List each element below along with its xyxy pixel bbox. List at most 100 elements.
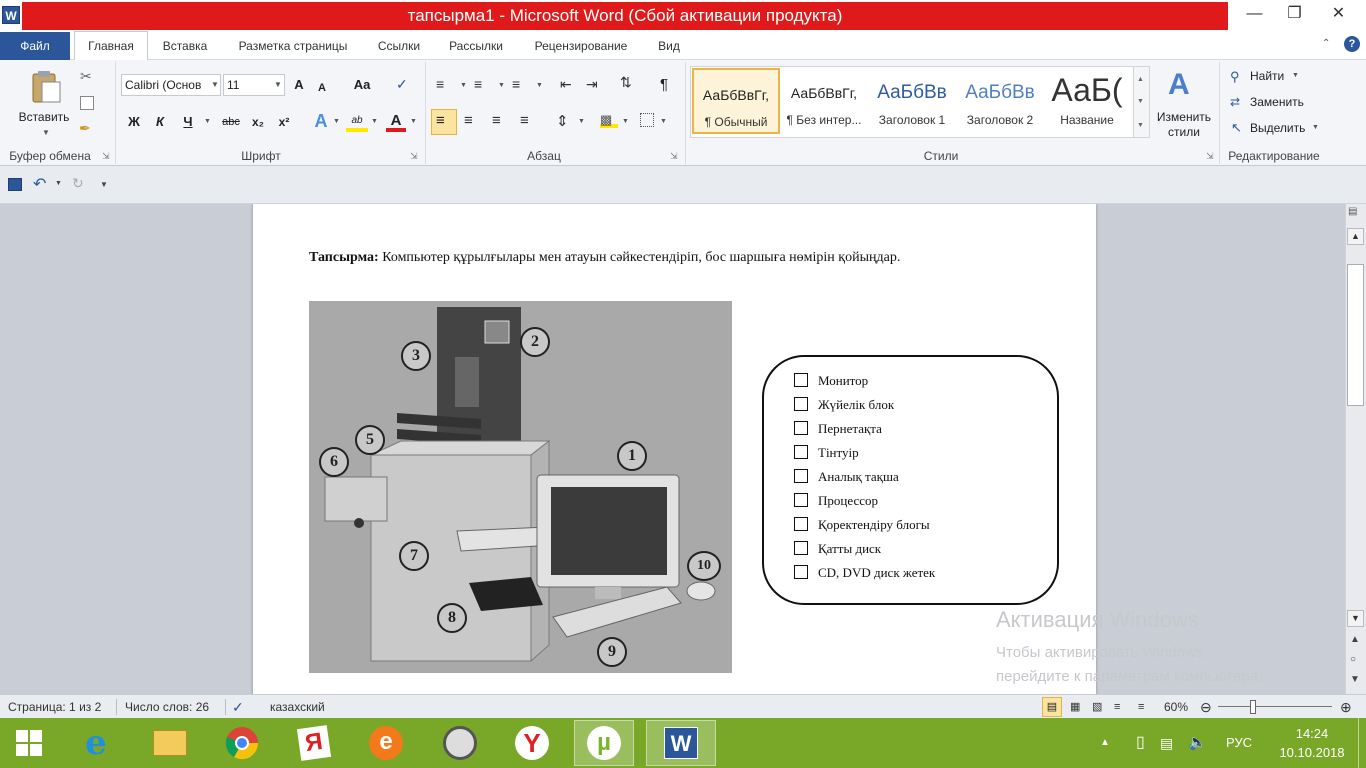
replace-icon[interactable]: ⇄ <box>1230 95 1240 109</box>
clipboard-launcher-icon[interactable]: ⇲ <box>102 151 110 162</box>
superscript-button[interactable]: x² <box>274 111 294 133</box>
paste-button[interactable]: Вставить <box>8 110 80 124</box>
word-taskbar-button[interactable]: W <box>646 720 716 766</box>
change-styles-button[interactable]: Изменить стили <box>1152 110 1216 140</box>
grow-font-button[interactable]: A <box>290 74 308 96</box>
next-page-icon[interactable]: ▼ <box>1350 674 1360 685</box>
chrome-taskbar-button[interactable] <box>212 720 272 766</box>
font-color-button[interactable]: A <box>386 110 406 132</box>
checkbox[interactable] <box>794 373 808 388</box>
paragraph-launcher-icon[interactable]: ⇲ <box>670 151 678 162</box>
checkbox[interactable] <box>794 445 808 460</box>
checklist-item[interactable]: Тінтуір <box>794 443 859 463</box>
font-name-dropdown-icon[interactable]: ▼ <box>211 80 219 89</box>
show-marks-button[interactable]: ¶ <box>654 74 674 96</box>
checkbox[interactable] <box>794 397 808 412</box>
align-center-icon[interactable]: ≡ <box>464 112 473 129</box>
sort-icon[interactable]: ⇅ <box>620 74 632 91</box>
checkbox[interactable] <box>794 469 808 484</box>
web-layout-view-icon[interactable]: ▧ <box>1092 695 1102 719</box>
page-counter[interactable]: Страница: 1 из 2 <box>8 695 101 719</box>
checklist-item[interactable]: Аналық тақша <box>794 467 899 487</box>
customize-qat-icon[interactable]: ▼ <box>100 180 108 189</box>
decrease-indent-icon[interactable]: ⇤ <box>560 76 572 93</box>
change-styles-icon[interactable]: A <box>1168 68 1190 102</box>
tab-review[interactable]: Рецензирование <box>522 32 640 60</box>
previous-page-icon[interactable]: ▲ <box>1350 634 1360 645</box>
close-icon[interactable]: ✕ <box>1316 0 1361 30</box>
highlight-dropdown-icon[interactable]: ▼ <box>371 118 378 125</box>
word-app-icon[interactable]: W <box>2 6 20 24</box>
borders-dropdown-icon[interactable]: ▼ <box>660 118 667 125</box>
restore-icon[interactable]: ❐ <box>1272 0 1317 30</box>
yandex-browser-taskbar-button[interactable]: Y <box>502 720 562 766</box>
justify-icon[interactable]: ≡ <box>520 112 529 129</box>
checkbox[interactable] <box>794 421 808 436</box>
checkbox[interactable] <box>794 565 808 580</box>
multilevel-list-dropdown-icon[interactable]: ▼ <box>536 82 543 89</box>
checklist-item[interactable]: Монитор <box>794 371 868 391</box>
computer-devices-image[interactable]: 2 3 5 6 1 7 8 9 10 <box>309 301 732 673</box>
select-button[interactable]: Выделить <box>1250 121 1305 135</box>
align-right-icon[interactable]: ≡ <box>492 112 501 129</box>
redo-icon[interactable]: ↻ <box>72 175 84 192</box>
outline-view-icon[interactable]: ≡ <box>1114 695 1120 719</box>
print-layout-view-icon[interactable]: ▤ <box>1042 697 1062 717</box>
zoom-in-icon[interactable]: ⊕ <box>1340 695 1352 719</box>
clock[interactable]: 14:24 10.10.2018 <box>1272 724 1352 762</box>
paste-icon[interactable] <box>30 70 62 104</box>
scroll-thumb[interactable] <box>1347 264 1364 406</box>
spelling-check-icon[interactable]: ✓ <box>232 695 244 719</box>
tray-overflow-icon[interactable]: ▲ <box>1100 718 1110 768</box>
tab-insert[interactable]: Вставка <box>152 32 218 60</box>
minimize-icon[interactable]: — <box>1232 0 1277 30</box>
document-page[interactable]: Тапсырма: Компьютер құрылғылары мен атау… <box>253 204 1096 694</box>
checklist-item[interactable]: Процессор <box>794 491 878 511</box>
browse-object-icon[interactable]: ○ <box>1350 654 1356 665</box>
tab-home[interactable]: Главная <box>74 31 148 61</box>
shading-dropdown-icon[interactable]: ▼ <box>622 118 629 125</box>
zoom-slider[interactable] <box>1218 706 1332 707</box>
explorer-taskbar-button[interactable] <box>140 720 200 766</box>
tab-mailings[interactable]: Рассылки <box>438 32 514 60</box>
zoom-slider-thumb[interactable] <box>1250 700 1256 714</box>
bold-button[interactable]: Ж <box>124 111 144 133</box>
font-size-dropdown-icon[interactable]: ▼ <box>274 80 282 89</box>
numbering-dropdown-icon[interactable]: ▼ <box>498 82 505 89</box>
checklist-item[interactable]: Пернетақта <box>794 419 882 439</box>
draft-view-icon[interactable]: ≡ <box>1138 695 1144 719</box>
ie-taskbar-button[interactable]: e <box>66 720 126 766</box>
underline-button[interactable]: Ч <box>178 111 198 133</box>
borders-icon[interactable] <box>640 113 654 127</box>
checkbox[interactable] <box>794 541 808 556</box>
text-effects-dropdown-icon[interactable]: ▼ <box>333 118 340 125</box>
undo-icon[interactable]: ↶ <box>33 174 46 194</box>
line-spacing-icon[interactable]: ⇕ <box>556 112 569 130</box>
highlight-button[interactable]: ab <box>346 110 368 132</box>
start-button[interactable] <box>0 720 58 766</box>
scroll-up-icon[interactable]: ▲ <box>1347 228 1364 245</box>
input-language[interactable]: РУС <box>1226 718 1252 768</box>
media-taskbar-button[interactable] <box>430 720 490 766</box>
utorrent-taskbar-button[interactable]: µ <box>574 720 634 766</box>
task-paragraph[interactable]: Тапсырма: Компьютер құрылғылары мен атау… <box>309 250 1069 266</box>
gallery-up-icon[interactable]: ▲ <box>1137 76 1144 83</box>
tab-file[interactable]: Файл <box>0 32 70 60</box>
tab-view[interactable]: Вид <box>648 32 690 60</box>
bullets-dropdown-icon[interactable]: ▼ <box>460 82 467 89</box>
paste-dropdown-icon[interactable]: ▼ <box>42 128 50 137</box>
zoom-out-icon[interactable]: ⊖ <box>1200 695 1212 719</box>
word-count[interactable]: Число слов: 26 <box>125 695 209 719</box>
checkbox[interactable] <box>794 517 808 532</box>
collapse-ribbon-icon[interactable]: ⌃ <box>1322 38 1330 49</box>
numbering-icon[interactable]: ≡ <box>474 76 482 92</box>
text-effects-icon[interactable]: A <box>310 110 332 132</box>
checkbox[interactable] <box>794 493 808 508</box>
checklist-item[interactable]: CD, DVD диск жетек <box>794 563 935 583</box>
style-heading-1[interactable]: АаБбВв Заголовок 1 <box>868 68 956 134</box>
font-name-combo[interactable]: Calibri (Основ <box>121 74 221 96</box>
cut-icon[interactable]: ✂ <box>80 68 92 85</box>
ruler-toggle-icon[interactable]: ▤ <box>1348 206 1357 217</box>
copy-icon[interactable] <box>80 96 94 110</box>
gallery-more-icon[interactable]: ▼ <box>1137 122 1144 129</box>
